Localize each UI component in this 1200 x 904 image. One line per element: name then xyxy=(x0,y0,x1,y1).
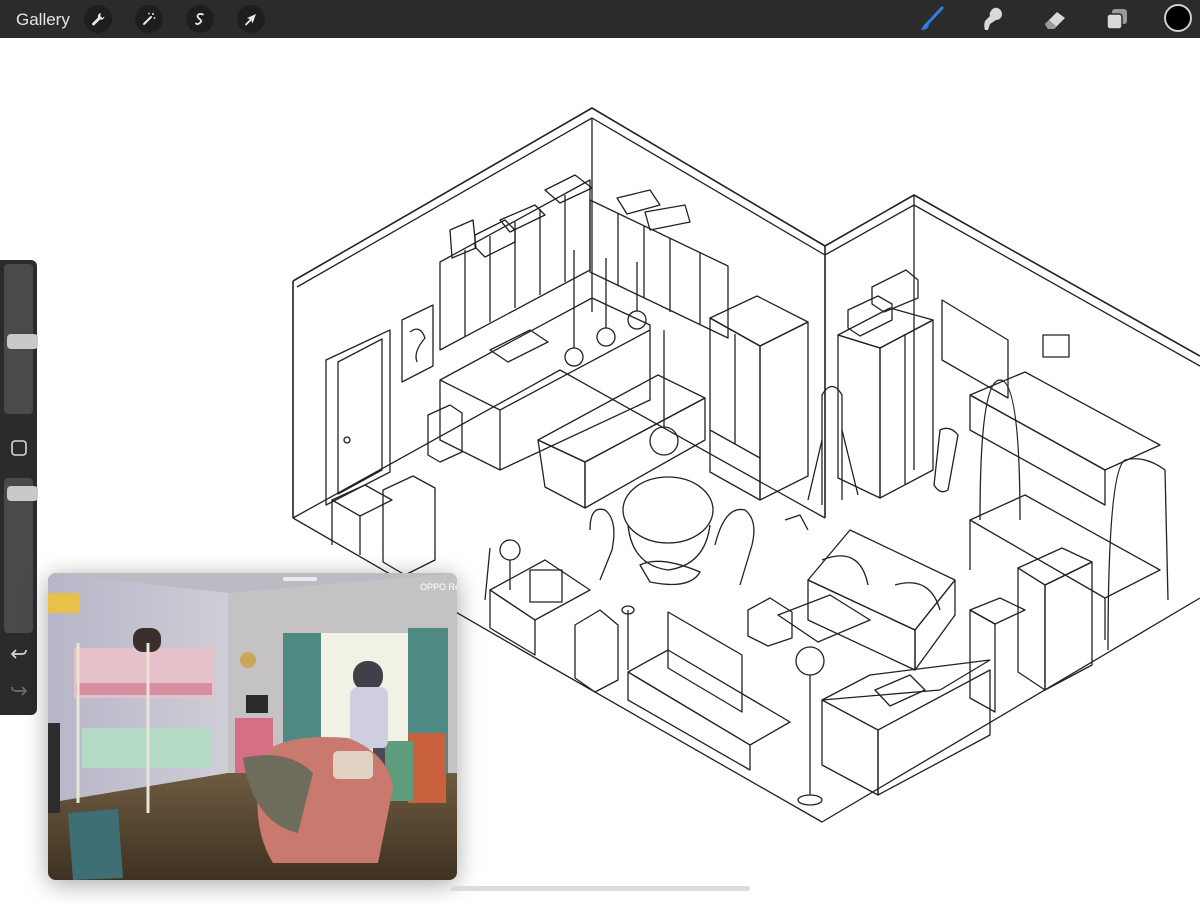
color-swatch-button[interactable] xyxy=(1164,4,1192,32)
smudge-icon xyxy=(984,7,1002,30)
adjustments-button[interactable] xyxy=(135,5,163,33)
left-sidebar xyxy=(0,260,38,715)
redo-icon xyxy=(11,686,28,696)
brush-size-slider[interactable] xyxy=(4,264,38,414)
smudge-button[interactable] xyxy=(978,4,1008,34)
actions-button[interactable] xyxy=(84,5,112,33)
modify-button[interactable] xyxy=(8,437,30,459)
opacity-slider[interactable] xyxy=(4,478,38,633)
eraser-icon xyxy=(1045,12,1065,29)
arrow-cursor-icon xyxy=(245,14,256,26)
selection-s-icon xyxy=(195,13,204,25)
reference-watermark: OPPO Re xyxy=(420,582,457,592)
square-icon xyxy=(11,440,27,456)
reference-drag-handle[interactable] xyxy=(283,577,317,581)
top-toolbar: Gallery xyxy=(0,0,1200,38)
gallery-button[interactable]: Gallery xyxy=(16,10,70,30)
reference-photo xyxy=(48,573,457,880)
opacity-handle[interactable] xyxy=(7,486,38,501)
undo-button[interactable] xyxy=(8,643,30,665)
brush-size-handle[interactable] xyxy=(7,334,38,349)
redo-button[interactable] xyxy=(8,680,30,702)
eraser-button[interactable] xyxy=(1040,4,1070,34)
magic-wand-icon xyxy=(143,12,156,25)
undo-icon xyxy=(10,649,27,659)
brush-icon xyxy=(921,6,944,30)
home-indicator[interactable] xyxy=(450,886,750,891)
layers-icon xyxy=(1106,9,1127,30)
wrench-icon xyxy=(92,13,105,26)
brush-button[interactable] xyxy=(917,4,947,34)
selection-button[interactable] xyxy=(186,5,214,33)
transform-button[interactable] xyxy=(237,5,265,33)
reference-window[interactable]: OPPO Re xyxy=(48,573,457,880)
layers-button[interactable] xyxy=(1102,4,1132,34)
